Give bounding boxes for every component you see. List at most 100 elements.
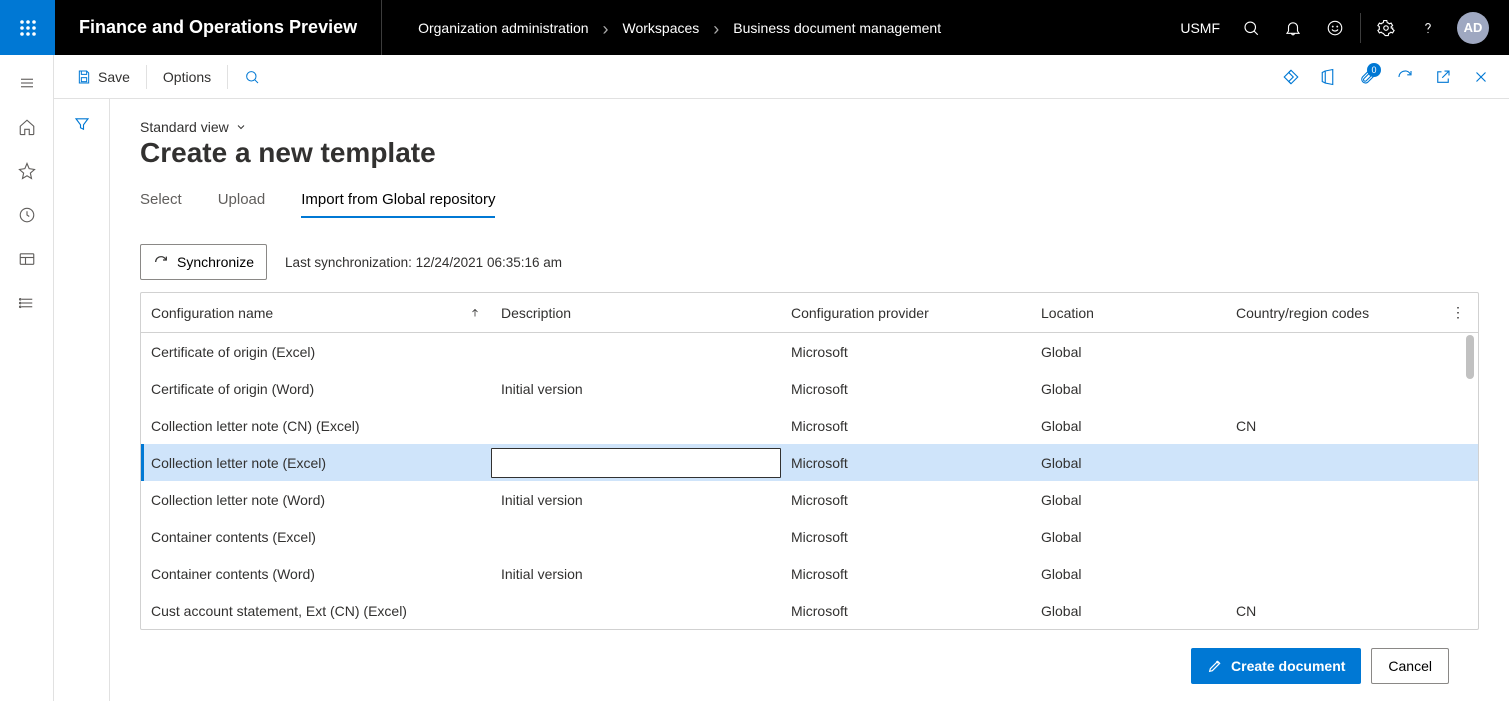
config-grid: Configuration name Description Configura…: [140, 292, 1479, 630]
content-wrap: Standard view Create a new template Sele…: [54, 99, 1509, 701]
grid-header: Configuration name Description Configura…: [141, 293, 1478, 333]
workspace-icon: [18, 250, 36, 268]
tab-upload[interactable]: Upload: [218, 191, 266, 218]
tab-select[interactable]: Select: [140, 191, 182, 218]
cell-description: Initial version: [491, 381, 781, 397]
synchronize-label: Synchronize: [177, 254, 254, 270]
nav-home[interactable]: [0, 105, 54, 149]
options-label: Options: [163, 69, 211, 85]
attachments-button[interactable]: 0: [1349, 59, 1385, 95]
shell: Save Options 0: [0, 55, 1509, 701]
separator: [1360, 13, 1361, 43]
nav-recent[interactable]: [0, 193, 54, 237]
app-title: Finance and Operations Preview: [55, 0, 382, 55]
smiley-icon: [1326, 19, 1344, 37]
table-row[interactable]: Collection letter note (CN) (Excel)Micro…: [141, 407, 1478, 444]
pencil-icon: [1207, 658, 1223, 674]
nav-workspaces[interactable]: [0, 237, 54, 281]
table-row[interactable]: Cust account statement, Ext (CN) (Excel)…: [141, 592, 1478, 629]
table-row[interactable]: Certificate of origin (Excel)MicrosoftGl…: [141, 333, 1478, 370]
table-row[interactable]: Container contents (Word)Initial version…: [141, 555, 1478, 592]
search-button[interactable]: [1230, 0, 1272, 55]
cell-provider: Microsoft: [781, 492, 1031, 508]
create-document-button[interactable]: Create document: [1191, 648, 1361, 684]
synchronize-button[interactable]: Synchronize: [140, 244, 267, 280]
cancel-button[interactable]: Cancel: [1371, 648, 1449, 684]
notifications-button[interactable]: [1272, 0, 1314, 55]
question-icon: [1419, 19, 1437, 37]
nav-rail: [0, 55, 54, 701]
page-content: Standard view Create a new template Sele…: [110, 99, 1509, 701]
col-country[interactable]: Country/region codes: [1226, 305, 1446, 321]
top-bar: Finance and Operations Preview Organizat…: [0, 0, 1509, 55]
footer-buttons: Create document Cancel: [140, 648, 1479, 700]
cell-provider: Microsoft: [781, 455, 1031, 471]
waffle-icon: [19, 19, 37, 37]
col-provider[interactable]: Configuration provider: [781, 305, 1031, 321]
save-button[interactable]: Save: [64, 55, 142, 98]
view-selector[interactable]: Standard view: [140, 119, 1479, 135]
nav-favorites[interactable]: [0, 149, 54, 193]
breadcrumb-item[interactable]: Organization administration: [418, 20, 588, 36]
col-location[interactable]: Location: [1031, 305, 1226, 321]
scrollbar-thumb[interactable]: [1466, 335, 1474, 379]
separator: [146, 65, 147, 89]
help-button[interactable]: [1407, 0, 1449, 55]
office-icon: [1320, 68, 1338, 86]
save-label: Save: [98, 69, 130, 85]
office-button[interactable]: [1311, 59, 1347, 95]
col-config-name[interactable]: Configuration name: [141, 305, 491, 321]
cell-description[interactable]: [491, 448, 781, 478]
refresh-icon: [153, 254, 169, 270]
cell-location: Global: [1031, 603, 1226, 619]
search-icon: [244, 69, 260, 85]
cell-description: Initial version: [491, 566, 781, 582]
close-button[interactable]: [1463, 59, 1499, 95]
cell-config-name: Collection letter note (CN) (Excel): [141, 418, 491, 434]
options-button[interactable]: Options: [151, 55, 223, 98]
cell-provider: Microsoft: [781, 603, 1031, 619]
cell-country: CN: [1226, 603, 1446, 619]
popout-icon: [1434, 68, 1452, 86]
topbar-actions: USMF AD: [1170, 0, 1509, 55]
chevron-right-icon: ›: [603, 20, 609, 38]
cell-location: Global: [1031, 529, 1226, 545]
search-icon: [1242, 19, 1260, 37]
cell-location: Global: [1031, 492, 1226, 508]
nav-modules[interactable]: [0, 281, 54, 325]
filter-rail: [54, 99, 110, 701]
grid-column-menu[interactable]: ⋮: [1446, 304, 1470, 321]
breadcrumb-item[interactable]: Business document management: [733, 20, 941, 36]
feedback-button[interactable]: [1314, 0, 1356, 55]
user-avatar[interactable]: AD: [1457, 12, 1489, 44]
filter-button[interactable]: [73, 115, 91, 701]
cell-location: Global: [1031, 344, 1226, 360]
copilot-button[interactable]: [1273, 59, 1309, 95]
grid-body[interactable]: Certificate of origin (Excel)MicrosoftGl…: [141, 333, 1478, 629]
page-title: Create a new template: [140, 137, 1479, 169]
funnel-icon: [73, 115, 91, 133]
refresh-button[interactable]: [1387, 59, 1423, 95]
nav-collapse-button[interactable]: [0, 61, 54, 105]
settings-button[interactable]: [1365, 0, 1407, 55]
col-description[interactable]: Description: [491, 305, 781, 321]
table-row[interactable]: Container contents (Excel)MicrosoftGloba…: [141, 518, 1478, 555]
table-row[interactable]: Collection letter note (Word)Initial ver…: [141, 481, 1478, 518]
cell-location: Global: [1031, 381, 1226, 397]
cell-location: Global: [1031, 418, 1226, 434]
tab-import[interactable]: Import from Global repository: [301, 191, 495, 218]
page-search-button[interactable]: [232, 55, 272, 98]
popout-button[interactable]: [1425, 59, 1461, 95]
table-row[interactable]: Collection letter note (Excel)MicrosoftG…: [141, 444, 1478, 481]
create-document-label: Create document: [1231, 658, 1345, 674]
view-label: Standard view: [140, 119, 229, 135]
cell-config-name: Certificate of origin (Excel): [141, 344, 491, 360]
app-launcher-button[interactable]: [0, 0, 55, 55]
table-row[interactable]: Certificate of origin (Word)Initial vers…: [141, 370, 1478, 407]
bell-icon: [1284, 19, 1302, 37]
grid-scrollbar[interactable]: [1462, 333, 1478, 629]
sort-asc-icon: [469, 307, 481, 319]
legal-entity[interactable]: USMF: [1170, 20, 1230, 36]
cell-config-name: Container contents (Excel): [141, 529, 491, 545]
breadcrumb-item[interactable]: Workspaces: [623, 20, 700, 36]
